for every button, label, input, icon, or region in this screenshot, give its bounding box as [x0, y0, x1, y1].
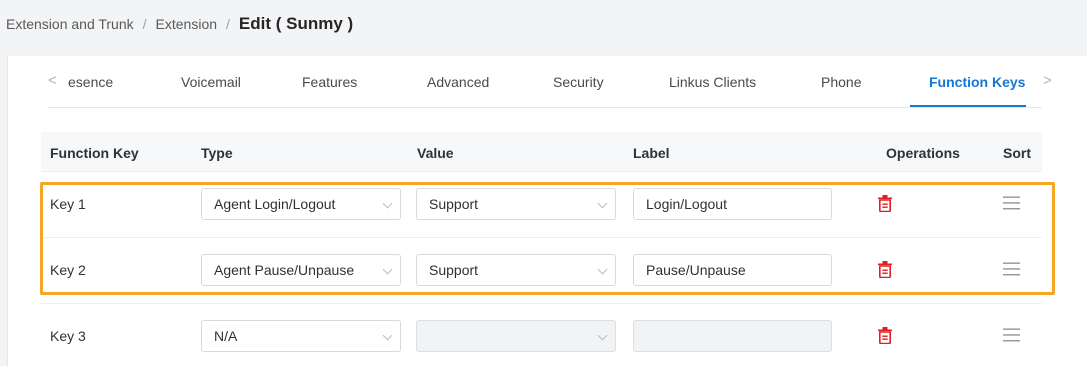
drag-handle-icon[interactable]: [1003, 196, 1020, 210]
function-key-name: Key 2: [50, 262, 86, 278]
tab-voicemail[interactable]: Voicemail: [181, 74, 241, 90]
breadcrumb-separator: /: [142, 16, 147, 32]
table-row: Key 3 N/A: [41, 304, 1042, 366]
type-select[interactable]: Agent Pause/Unpause: [201, 254, 401, 286]
drag-handle-icon[interactable]: [1003, 262, 1020, 276]
chevron-right-icon[interactable]: >: [1043, 72, 1052, 89]
tab-phone[interactable]: Phone: [821, 74, 861, 90]
type-select[interactable]: N/A: [201, 320, 401, 352]
chevron-down-icon: [597, 330, 608, 341]
chevron-left-icon[interactable]: <: [48, 72, 57, 89]
header-value: Value: [417, 145, 454, 161]
chevron-down-icon: [382, 198, 393, 209]
breadcrumb: Extension and Trunk / Extension / Edit ( Sun…: [6, 14, 353, 34]
value-select-value: Support: [429, 262, 479, 278]
function-key-name: Key 1: [50, 196, 86, 212]
header-type: Type: [201, 145, 233, 161]
chevron-down-icon: [382, 330, 393, 341]
page-title: Edit ( Sunmy ): [238, 14, 354, 33]
header-sort: Sort: [1003, 145, 1031, 161]
type-select-value: N/A: [214, 328, 238, 344]
trash-icon[interactable]: [877, 327, 893, 344]
value-select[interactable]: Support: [416, 188, 616, 220]
tab-advanced[interactable]: Advanced: [427, 74, 489, 90]
active-tab-indicator: [910, 105, 1026, 107]
function-key-name: Key 3: [50, 328, 86, 344]
breadcrumb-bar: Extension and Trunk / Extension / Edit ( Sun…: [0, 0, 1087, 56]
header-operations: Operations: [886, 145, 960, 161]
header-function-key: Function Key: [50, 145, 139, 161]
tab-security[interactable]: Security: [553, 74, 604, 90]
table-row: Key 1 Agent Login/Logout Support Login/L…: [41, 172, 1042, 238]
value-select[interactable]: Support: [416, 254, 616, 286]
breadcrumb-link-extension-and-trunk[interactable]: Extension and Trunk: [6, 16, 134, 32]
edit-panel: < esence Voicemail Features Advanced Sec…: [7, 56, 1087, 366]
label-input-value: Login/Logout: [646, 196, 727, 212]
tab-presence[interactable]: esence: [68, 74, 113, 90]
label-input-value: Pause/Unpause: [646, 262, 746, 278]
chevron-down-icon: [597, 198, 608, 209]
chevron-down-icon: [382, 264, 393, 275]
table-row: Key 2 Agent Pause/Unpause Support Pause/…: [41, 238, 1042, 304]
label-input[interactable]: Login/Logout: [633, 188, 832, 220]
label-input[interactable]: [633, 320, 832, 352]
tab-bar: < esence Voicemail Features Advanced Sec…: [48, 56, 1052, 108]
trash-icon[interactable]: [877, 261, 893, 278]
breadcrumb-separator: /: [226, 16, 230, 32]
value-select-value: Support: [429, 196, 479, 212]
breadcrumb-link-extension[interactable]: Extension: [156, 16, 217, 32]
tab-features[interactable]: Features: [302, 74, 357, 90]
tab-function-keys[interactable]: Function Keys: [929, 74, 1025, 90]
tab-linkus-clients[interactable]: Linkus Clients: [669, 74, 756, 90]
value-select[interactable]: [416, 320, 616, 352]
chevron-down-icon: [597, 264, 608, 275]
header-label: Label: [633, 145, 670, 161]
type-select-value: Agent Login/Logout: [214, 196, 336, 212]
table-header: Function Key Type Value Label Operations…: [41, 132, 1042, 172]
trash-icon[interactable]: [877, 195, 893, 212]
label-input[interactable]: Pause/Unpause: [633, 254, 832, 286]
type-select-value: Agent Pause/Unpause: [214, 262, 355, 278]
drag-handle-icon[interactable]: [1003, 328, 1020, 342]
type-select[interactable]: Agent Login/Logout: [201, 188, 401, 220]
